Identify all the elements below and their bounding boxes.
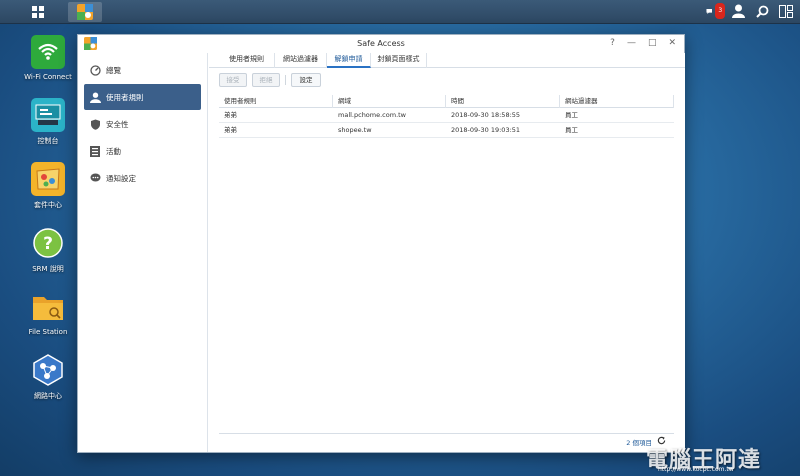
tab-web-filter[interactable]: 網站過濾器 [275,53,327,68]
taskbar: 3 [0,0,800,24]
maximize-button[interactable]: □ [648,38,657,49]
safe-access-window: Safe Access ? — □ ✕ 總覽 使用者規則 安全性 活動 通知設定… [77,34,685,453]
sidebar-item-label: 安全性 [106,119,129,129]
desktop-icon-network-center[interactable]: 網路中心 [16,353,80,401]
svg-text:?: ? [43,234,53,254]
sidebar-item-notification-settings[interactable]: 通知設定 [84,165,201,191]
search-button[interactable] [754,3,770,19]
notification-badge: 3 [715,3,725,19]
sidebar-item-label: 通知設定 [106,173,136,183]
table-cell: 弟弟 [224,111,237,119]
table-cell: 弟弟 [224,126,237,134]
chat-icon [89,172,101,184]
help-button[interactable]: ? [610,38,615,49]
desktop-icon-label: Wi-Fi Connect [24,73,72,81]
watermark-url: http://www.kocpc.com.tw [658,466,734,473]
tab-user-rules[interactable]: 使用者規則 [219,53,275,68]
toolbar: 接受 拒絕 設定 [209,73,685,89]
sidebar: 總覽 使用者規則 安全性 活動 通知設定 [78,53,208,452]
sidebar-item-label: 使用者規則 [106,92,144,102]
table-row[interactable]: 弟弟 mall.pchome.com.tw 2018-09-30 18:58:5… [219,108,674,123]
desktop-icon-label: 套件中心 [34,201,62,209]
wifi-icon [31,35,65,69]
folder-icon [31,290,65,324]
table-cell: mall.pchome.com.tw [338,111,406,119]
reject-button[interactable]: 拒絕 [252,73,280,87]
desktop-icon-label: File Station [28,328,68,336]
grid-icon [32,6,44,18]
requests-table: 使用者規則 網域 時間 網站過濾器 弟弟 mall.pchome.com.tw … [219,95,674,138]
desktop-icon-label: 控制台 [37,137,59,145]
tab-bar: 使用者規則 網站過濾器 解鎖申請 封鎖頁面樣式 [209,53,685,68]
table-row[interactable]: 弟弟 shopee.tw 2018-09-30 19:03:51 員工 [219,123,674,138]
shield-icon [89,118,101,130]
network-icon [31,353,65,387]
sidebar-item-label: 總覽 [106,65,121,75]
main-menu-button[interactable] [27,2,49,22]
table-cell: 員工 [565,111,578,119]
desktop-icon-label: SRM 說明 [32,265,64,273]
widgets-icon [779,4,793,18]
table-header: 使用者規則 網域 時間 網站過濾器 [219,95,674,108]
list-icon [89,145,101,157]
table-footer: 2 個項目 [219,433,674,448]
user-icon [731,4,745,18]
gauge-icon [89,64,101,76]
sidebar-item-overview[interactable]: 總覽 [84,57,201,83]
table-cell: 2018-09-30 19:03:51 [451,126,521,134]
desktop-icon-label: 網路中心 [34,392,62,400]
window-title: Safe Access [357,39,405,48]
table-cell: 員工 [565,126,578,134]
desktop-icon-package-center[interactable]: 套件中心 [16,162,80,210]
close-button[interactable]: ✕ [668,38,676,49]
desktop-icon-control-panel[interactable]: 控制台 [16,98,80,146]
desktop-icon-file-station[interactable]: File Station [16,290,80,336]
settings-button[interactable]: 設定 [291,73,321,87]
chat-bubble-icon [706,8,713,14]
sidebar-item-security[interactable]: 安全性 [84,111,201,137]
help-icon: ? [31,226,65,260]
sidebar-item-label: 活動 [106,146,121,156]
table-cell: shopee.tw [338,126,372,134]
user-icon [89,91,101,103]
column-header-user-rule[interactable]: 使用者規則 [219,95,333,108]
main-content: 使用者規則 網站過濾器 解鎖申請 封鎖頁面樣式 接受 拒絕 設定 使用者規則 網… [209,53,685,452]
tab-unblock-requests[interactable]: 解鎖申請 [327,53,371,68]
column-header-time[interactable]: 時間 [446,95,560,108]
column-header-web-filter[interactable]: 網站過濾器 [560,95,674,108]
package-center-icon [31,162,65,196]
tab-block-page-style[interactable]: 封鎖頁面樣式 [371,53,427,68]
sidebar-item-activity[interactable]: 活動 [84,138,201,164]
control-panel-icon [31,98,65,132]
minimize-button[interactable]: — [627,38,636,49]
accept-button[interactable]: 接受 [219,73,247,87]
column-header-domain[interactable]: 網域 [333,95,446,108]
toolbar-divider [285,75,286,85]
desktop-icon-srm-help[interactable]: ? SRM 說明 [16,226,80,274]
watermark: 電腦王阿達 http://www.kocpc.com.tw [646,442,796,474]
user-menu-button[interactable] [730,3,746,19]
desktop-icon-wifi-connect[interactable]: Wi-Fi Connect [16,35,80,81]
notifications-button[interactable]: 3 [706,3,725,19]
table-cell: 2018-09-30 18:58:55 [451,111,521,119]
search-icon [755,5,768,18]
sidebar-item-user-rules[interactable]: 使用者規則 [84,84,201,110]
taskbar-safe-access-button[interactable] [68,2,102,22]
widgets-button[interactable] [778,3,794,19]
window-titlebar[interactable]: Safe Access ? — □ ✕ [78,35,684,53]
safe-access-icon [77,4,93,20]
